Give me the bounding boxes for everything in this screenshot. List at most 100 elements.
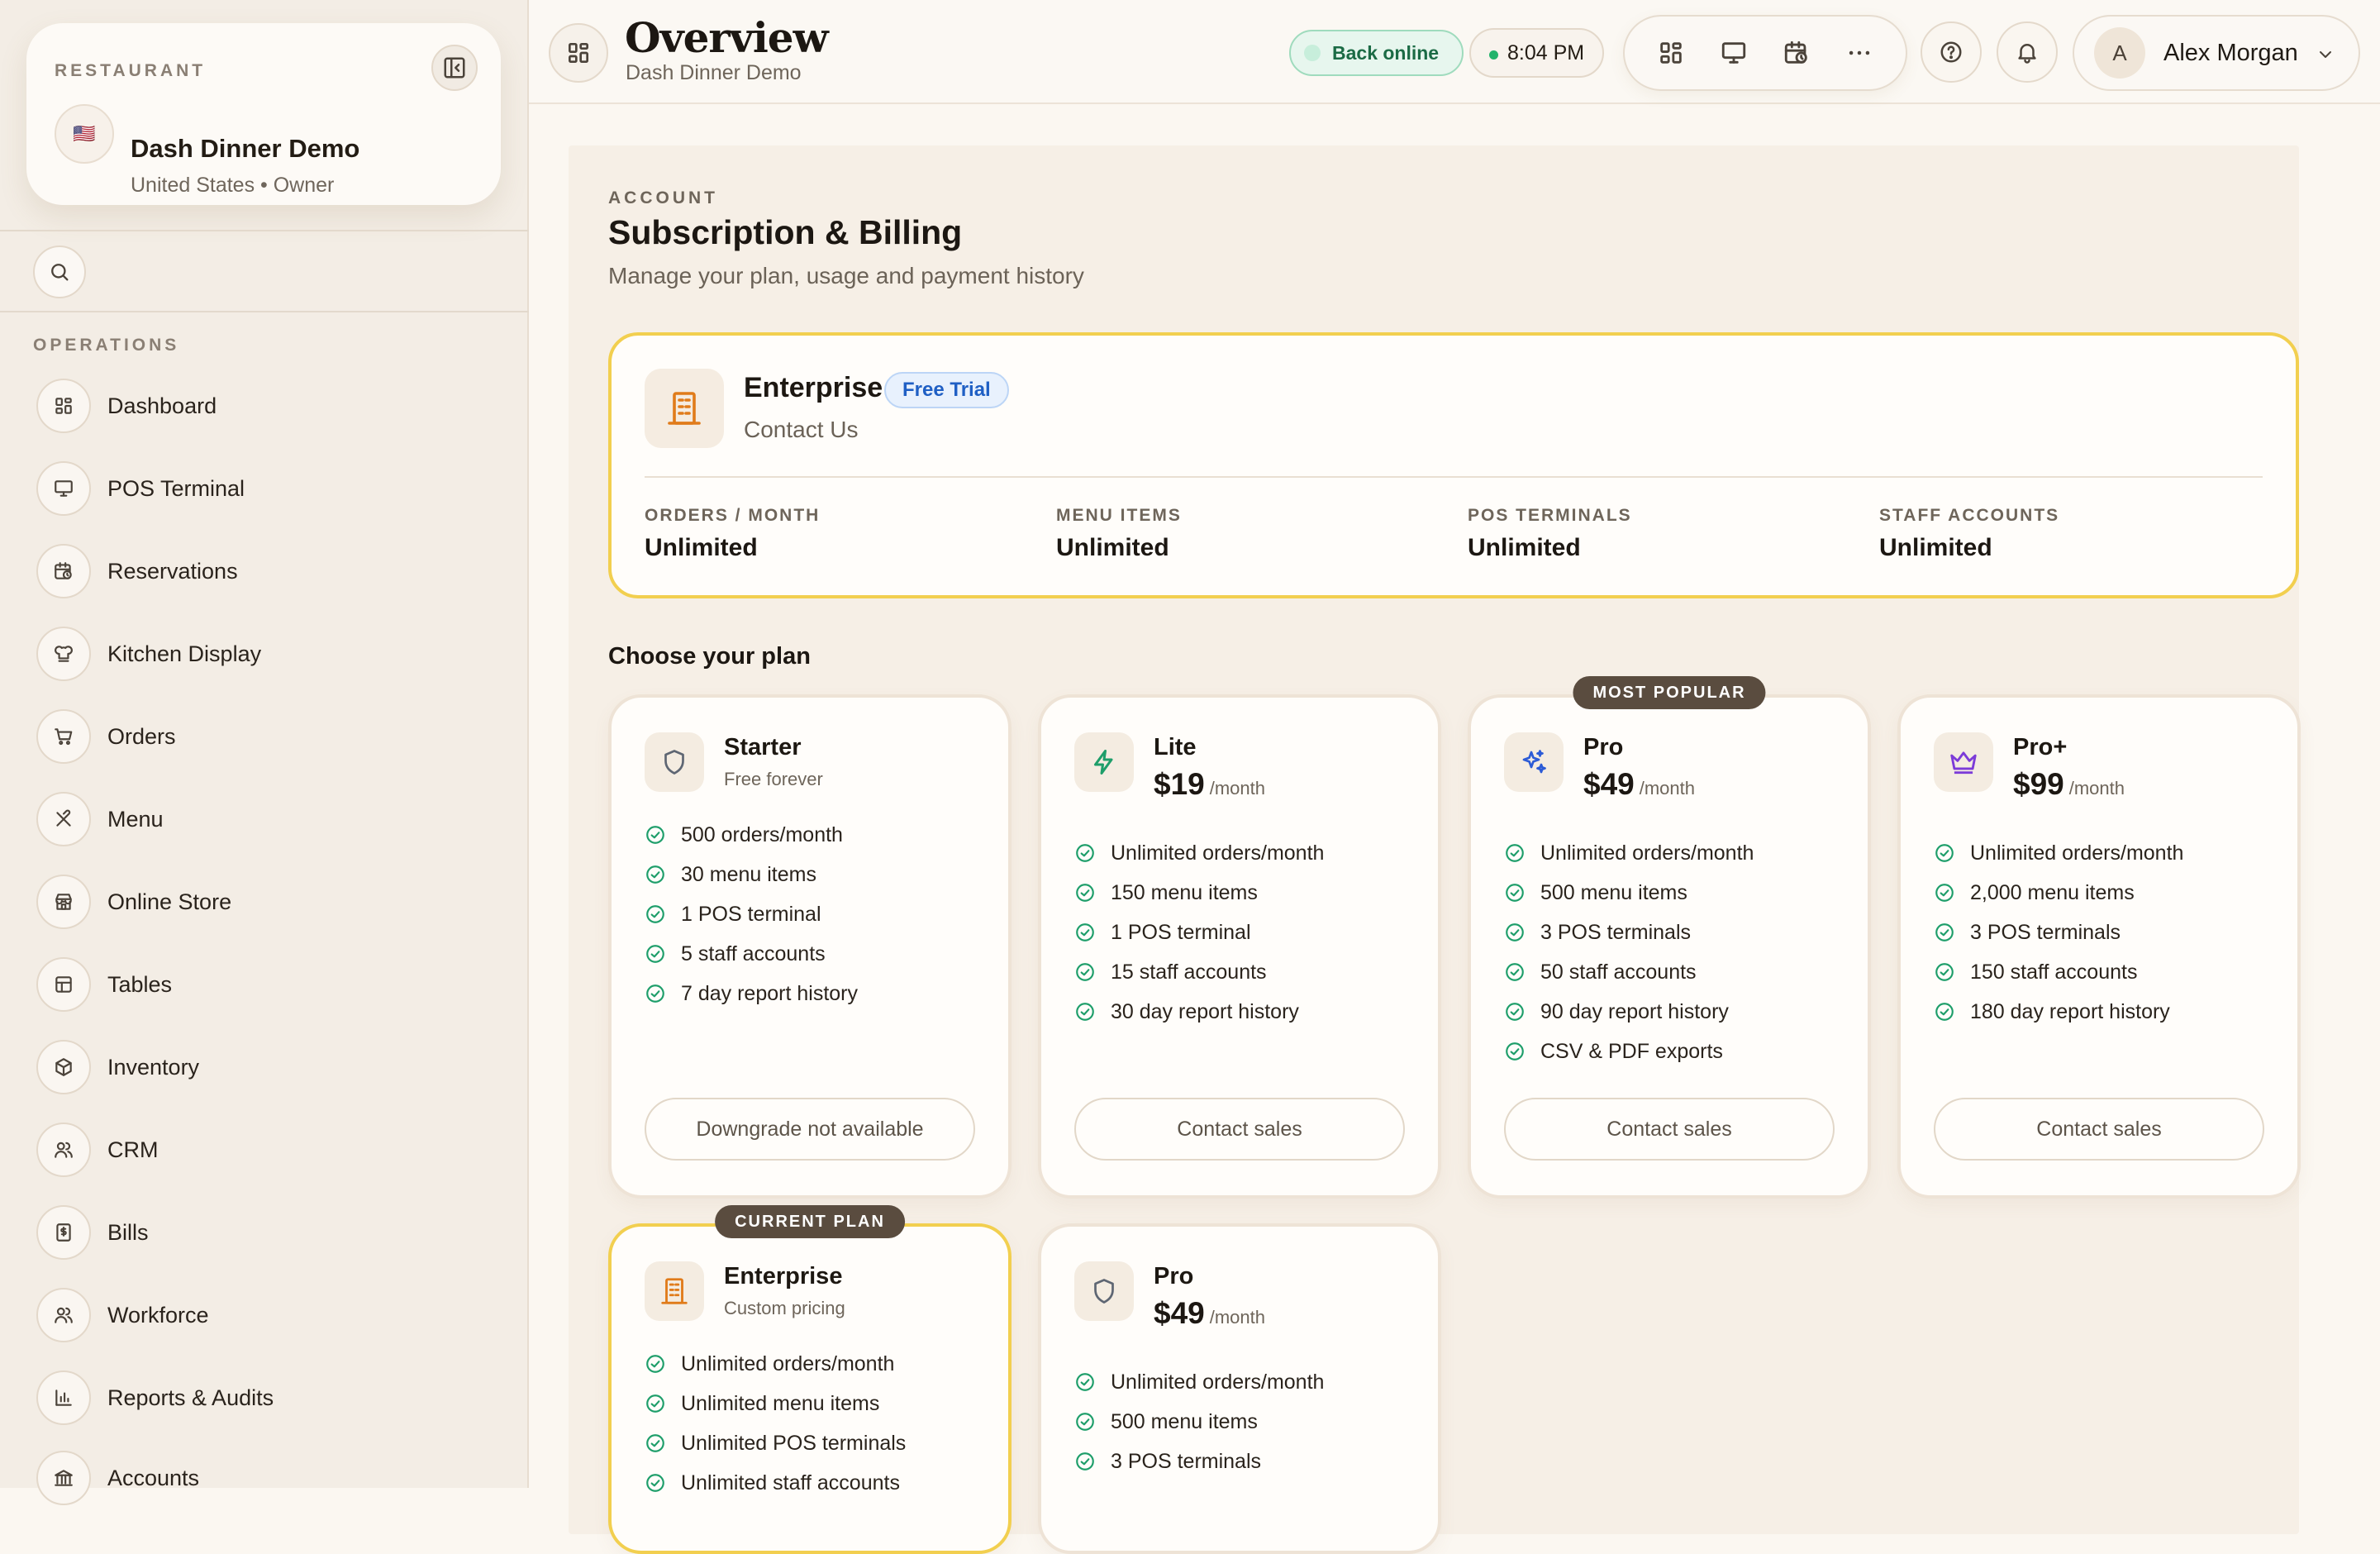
stat-label: POS TERMINALS	[1468, 506, 1632, 525]
sidebar-item-kitchen-display[interactable]: Kitchen Display	[36, 624, 499, 684]
sidebar-item-online-store[interactable]: Online Store	[36, 872, 499, 932]
feature-item: Unlimited orders/month	[1504, 833, 1754, 873]
feature-text: 180 day report history	[1970, 999, 2170, 1023]
contact-sales-button[interactable]: Contact sales	[1934, 1098, 2264, 1161]
feature-item: Unlimited POS terminals	[645, 1423, 906, 1463]
feature-text: 3 POS terminals	[1540, 920, 1692, 944]
feature-list: Unlimited orders/month 2,000 menu items …	[1934, 833, 2183, 1032]
stat-value: Unlimited	[645, 534, 758, 561]
contact-sales-button[interactable]: Contact sales	[1504, 1098, 1835, 1161]
stat-pos-terminals: POS TERMINALS Unlimited	[1468, 506, 1632, 562]
feature-item: 3 POS terminals	[1934, 913, 2183, 952]
plan-card-pro-plus: Pro+ $99/month Unlimited orders/month 2,…	[1897, 694, 2301, 1199]
check-circle-icon	[646, 865, 664, 884]
feature-item: 1 POS terminal	[1074, 913, 1324, 952]
contact-sales-button[interactable]: Contact sales	[1074, 1098, 1405, 1161]
check-circle-icon	[1935, 884, 1954, 902]
pos-shortcut-button[interactable]	[1711, 30, 1757, 76]
sidebar-item-reservations[interactable]: Reservations	[36, 541, 499, 601]
sidebar-item-orders[interactable]: Orders	[36, 707, 499, 766]
plan-name: Pro	[1154, 1263, 1194, 1289]
dashboard-shortcut-button[interactable]	[1648, 30, 1694, 76]
clock-badge: 8:04 PM	[1469, 28, 1605, 78]
check-circle-icon	[1506, 884, 1524, 902]
divider	[0, 230, 529, 231]
check-circle-icon	[1076, 1003, 1094, 1021]
price-amount: $19	[1154, 767, 1205, 801]
check-circle-icon	[1506, 963, 1524, 981]
divider	[0, 311, 529, 312]
downgrade-button[interactable]: Downgrade not available	[645, 1098, 975, 1161]
price-amount: $49	[1154, 1296, 1205, 1330]
feature-text: Unlimited staff accounts	[681, 1471, 900, 1494]
check-circle-icon	[1076, 844, 1094, 862]
sidebar-item-label: Bills	[107, 1219, 149, 1245]
feature-item: Unlimited menu items	[645, 1384, 906, 1423]
reservations-shortcut-button[interactable]	[1773, 30, 1820, 76]
restaurant-meta: United States • Owner	[131, 174, 335, 197]
sidebar-item-menu[interactable]: Menu	[36, 789, 499, 849]
feature-text: 30 menu items	[681, 862, 816, 886]
plan-price: $49/month	[1583, 767, 1695, 802]
sidebar-item-pos-terminal[interactable]: POS Terminal	[36, 459, 499, 518]
plan-name: Starter	[724, 734, 802, 760]
free-trial-badge: Free Trial	[884, 372, 1009, 408]
feature-item: 180 day report history	[1934, 992, 2183, 1032]
feature-text: Unlimited menu items	[681, 1391, 880, 1415]
bolt-icon	[1074, 732, 1134, 792]
feature-item: Unlimited orders/month	[645, 1344, 906, 1384]
check-circle-icon	[646, 905, 664, 923]
user-menu[interactable]: A Alex Morgan	[2073, 15, 2360, 91]
feature-item: 150 menu items	[1074, 873, 1324, 913]
sidebar-item-label: Reports & Audits	[107, 1385, 274, 1410]
current-plan-ribbon: CURRENT PLAN	[715, 1205, 905, 1238]
sidebar-item-accounts[interactable]: Accounts	[36, 1448, 499, 1508]
feature-text: 30 day report history	[1111, 999, 1299, 1023]
stat-label: MENU ITEMS	[1056, 506, 1182, 525]
feature-text: Unlimited POS terminals	[681, 1431, 907, 1455]
sidebar-item-crm[interactable]: CRM	[36, 1120, 499, 1180]
help-button[interactable]	[1921, 21, 1982, 83]
feature-text: Unlimited orders/month	[1111, 841, 1325, 865]
calendar-clock-icon	[36, 544, 91, 598]
feature-list: 500 orders/month 30 menu items 1 POS ter…	[645, 815, 858, 1013]
feature-text: 5 staff accounts	[681, 941, 826, 965]
sidebar-item-workforce[interactable]: Workforce	[36, 1285, 499, 1345]
more-options-button[interactable]	[1836, 30, 1883, 76]
collapse-sidebar-button[interactable]	[431, 45, 478, 91]
restaurant-switcher[interactable]: RESTAURANT 🇺🇸 Dash Dinner Demo United St…	[26, 23, 501, 205]
user-name: Alex Morgan	[2163, 39, 2298, 66]
feature-item: 7 day report history	[645, 974, 858, 1013]
sidebar-item-label: Tables	[107, 971, 173, 997]
divider	[645, 476, 2263, 478]
section-label-operations: OPERATIONS	[33, 336, 180, 355]
feature-text: 3 POS terminals	[1111, 1449, 1262, 1473]
sidebar-item-dashboard[interactable]: Dashboard	[36, 376, 499, 436]
sidebar-item-reports-audits[interactable]: Reports & Audits	[36, 1368, 499, 1428]
feature-list: Unlimited orders/month Unlimited menu it…	[645, 1344, 906, 1503]
feature-text: 7 day report history	[681, 981, 858, 1005]
check-circle-icon	[1506, 844, 1524, 862]
feature-item: 500 orders/month	[645, 815, 858, 855]
check-circle-icon	[646, 1355, 664, 1373]
plan-name: Pro+	[2013, 734, 2068, 760]
feature-text: 90 day report history	[1540, 999, 1729, 1023]
current-plan-subtitle: Contact Us	[744, 417, 859, 442]
feature-text: 500 menu items	[1540, 880, 1687, 904]
check-circle-icon	[646, 1474, 664, 1492]
sidebar-item-inventory[interactable]: Inventory	[36, 1037, 499, 1097]
sidebar-item-label: Kitchen Display	[107, 641, 262, 666]
notifications-button[interactable]	[1997, 21, 2058, 83]
sidebar-item-tables[interactable]: Tables	[36, 955, 499, 1014]
sparkles-icon	[1504, 732, 1564, 792]
flag-icon: 🇺🇸	[73, 123, 96, 144]
check-circle-icon	[1935, 923, 1954, 941]
sidebar-search-button[interactable]	[33, 245, 86, 298]
sidebar-item-bills[interactable]: Bills	[36, 1203, 499, 1262]
plan-subtitle: Free forever	[724, 769, 823, 789]
clock-time: 8:04 PM	[1507, 41, 1585, 64]
check-circle-icon	[646, 984, 664, 1003]
dashboard-icon	[1660, 42, 1682, 64]
apps-menu-button[interactable]	[549, 23, 608, 83]
plan-price: $19/month	[1154, 767, 1265, 802]
